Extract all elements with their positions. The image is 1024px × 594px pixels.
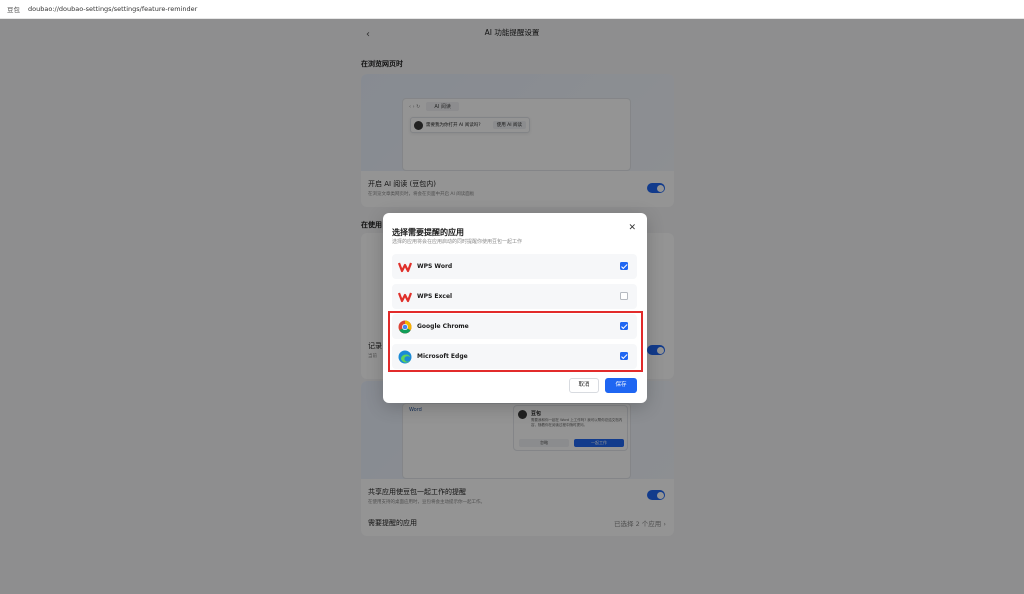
app-row-wps-word[interactable]: WPS Word: [392, 254, 637, 279]
save-button[interactable]: 保存: [605, 378, 637, 393]
cancel-button[interactable]: 取消: [569, 378, 599, 393]
app-name: WPS Excel: [417, 293, 453, 300]
annotation-highlight-box: [388, 311, 643, 372]
app-checkbox-wps-word[interactable]: [620, 262, 628, 270]
dialog-subtitle: 选择的应用将会在应用启动的同时提醒你使用豆包一起工作: [392, 239, 523, 245]
dialog-title: 选择需要提醒的应用: [392, 228, 464, 237]
wps-icon: [398, 262, 412, 272]
address-bar-url[interactable]: doubao://doubao-settings/settings/featur…: [28, 5, 197, 13]
close-icon[interactable]: ✕: [628, 223, 636, 233]
wps-icon: [398, 292, 412, 302]
select-apps-dialog: 选择需要提醒的应用 选择的应用将会在应用启动的同时提醒你使用豆包一起工作 ✕ W…: [383, 213, 647, 403]
address-bar[interactable]: 豆包 doubao://doubao-settings/settings/fea…: [0, 0, 1024, 19]
app-checkbox-wps-excel[interactable]: [620, 292, 628, 300]
app-row-wps-excel[interactable]: WPS Excel: [392, 284, 637, 309]
app-name: WPS Word: [417, 263, 453, 270]
address-bar-app-name: 豆包: [7, 6, 20, 14]
